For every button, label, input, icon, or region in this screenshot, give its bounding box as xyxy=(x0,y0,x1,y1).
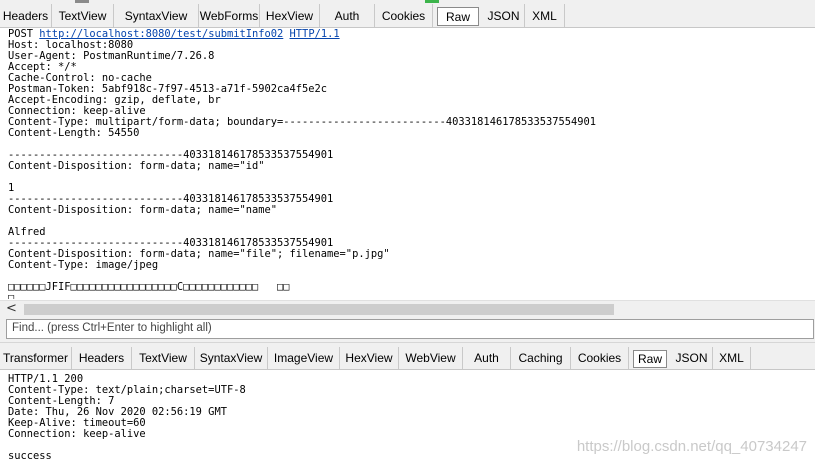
request-raw-line xyxy=(8,172,815,183)
response-tab-caching[interactable]: Caching xyxy=(511,347,571,369)
request-raw-line: Content-Disposition: form-data; name="na… xyxy=(8,204,277,216)
watermark-text: https://blog.csdn.net/qq_40734247 xyxy=(576,438,807,455)
request-raw-line: □□□□□□JFIF□□□□□□□□□□□□□□□□□C□□□□□□□□□□□□… xyxy=(8,281,290,293)
response-tab-transformer[interactable]: Transformer xyxy=(0,347,72,369)
scroll-left-icon[interactable]: < xyxy=(6,301,17,317)
horizontal-scrollbar[interactable]: < xyxy=(0,300,815,317)
request-tab-auth[interactable]: Auth xyxy=(320,4,375,27)
response-tab-webview[interactable]: WebView xyxy=(399,347,463,369)
request-tab-cookies[interactable]: Cookies xyxy=(375,4,433,27)
request-tab-json[interactable]: JSON xyxy=(483,4,525,27)
response-tab-bar: Transformer Headers TextView SyntaxView Imag… xyxy=(0,347,815,370)
request-tab-webforms[interactable]: WebForms xyxy=(199,4,260,27)
toolbar-icon xyxy=(75,0,89,3)
toolbar-icon xyxy=(425,0,439,3)
request-tab-raw[interactable]: Raw xyxy=(437,7,479,26)
response-tab-imageview[interactable]: ImageView xyxy=(268,347,340,369)
response-tab-syntaxview[interactable]: SyntaxView xyxy=(195,347,268,369)
request-raw-line: Content-Type: image/jpeg xyxy=(8,259,159,271)
request-raw-view: POST http://localhost:8080/test/submitIn… xyxy=(0,29,815,299)
request-raw-line: Content-Disposition: form-data; name="id… xyxy=(8,160,265,172)
response-tab-headers[interactable]: Headers xyxy=(72,347,132,369)
response-tab-cookies[interactable]: Cookies xyxy=(571,347,629,369)
request-tab-textview[interactable]: TextView xyxy=(52,4,114,27)
response-tab-auth[interactable]: Auth xyxy=(463,347,511,369)
scrollbar-thumb[interactable] xyxy=(24,304,614,315)
find-input[interactable]: Find... (press Ctrl+Enter to highlight a… xyxy=(6,319,814,339)
request-raw-line: Content-Length: 54550 xyxy=(8,127,140,139)
response-tab-json[interactable]: JSON xyxy=(671,347,713,369)
response-raw-line: Content-Type: text/plain;charset=UTF-8 xyxy=(8,384,246,396)
response-tab-raw[interactable]: Raw xyxy=(633,350,667,368)
response-tab-textview[interactable]: TextView xyxy=(132,347,195,369)
request-protocol: HTTP/1.1 xyxy=(289,29,340,40)
request-tab-xml[interactable]: XML xyxy=(525,4,565,27)
request-tab-headers[interactable]: Headers xyxy=(0,4,52,27)
response-tab-xml[interactable]: XML xyxy=(713,347,751,369)
request-raw-line: User-Agent: PostmanRuntime/7.26.8 xyxy=(8,50,215,62)
request-tab-bar: Headers TextView SyntaxView WebForms HexView… xyxy=(0,4,815,28)
response-tab-hexview[interactable]: HexView xyxy=(340,347,399,369)
request-tab-syntaxview[interactable]: SyntaxView xyxy=(114,4,199,27)
request-raw-line: □ xyxy=(8,292,15,300)
request-raw-line xyxy=(8,216,815,227)
request-tab-hexview[interactable]: HexView xyxy=(260,4,320,27)
